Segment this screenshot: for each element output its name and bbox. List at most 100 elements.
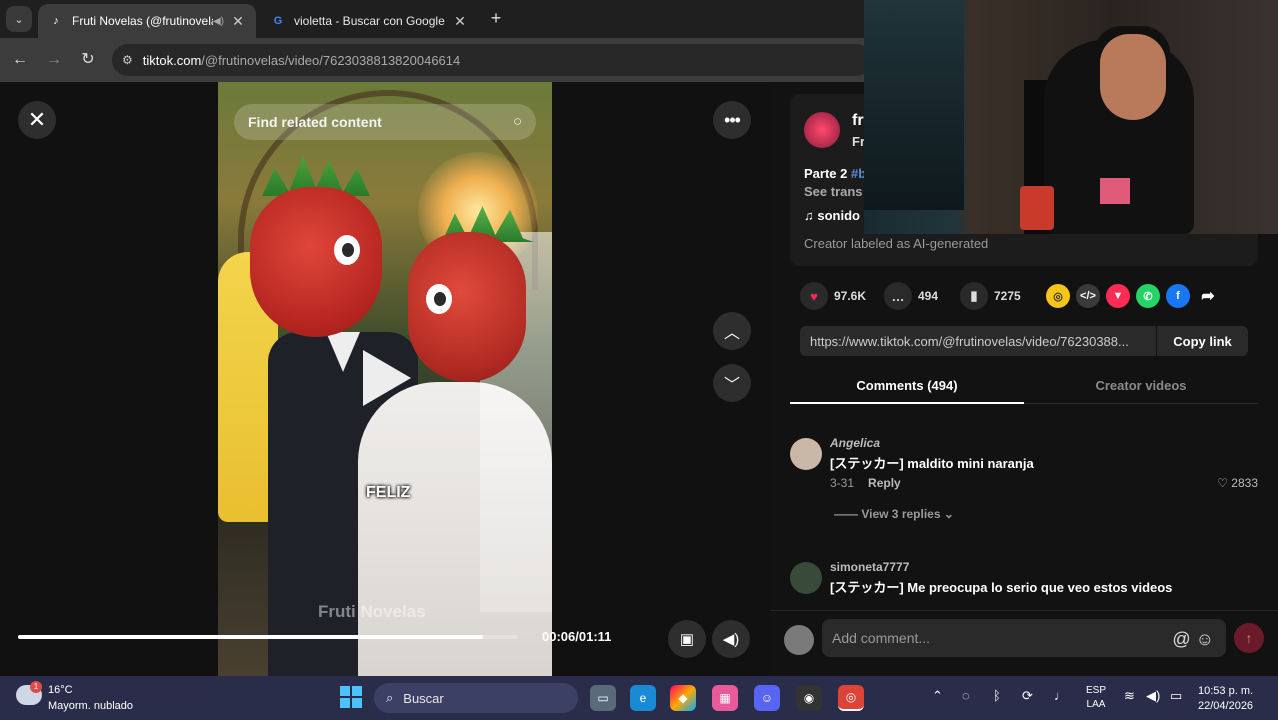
bookmark-icon: ▮ — [960, 282, 988, 310]
weather-alert-badge: 1 — [30, 681, 42, 693]
comment-item: simoneta7777 [ステッカー] Me preocupa lo seri… — [790, 560, 1258, 600]
chevron-up-icon[interactable]: ⌃ — [932, 688, 943, 704]
more-options-button[interactable]: ••• — [713, 101, 751, 139]
tab-creator-videos[interactable]: Creator videos — [1024, 378, 1258, 393]
share-friends-icon[interactable]: ◎ — [1046, 284, 1070, 308]
speaker-icon[interactable]: ◀) — [213, 16, 224, 27]
new-tab-button[interactable]: + — [485, 8, 507, 29]
microphone-icon[interactable]: ♩ — [1054, 688, 1067, 703]
comment-text: [ステッカー] Me preocupa lo serio que veo est… — [830, 580, 1173, 595]
chrome-icon[interactable]: ◎ — [838, 685, 864, 711]
embed-icon[interactable]: </> — [1076, 284, 1100, 308]
tab-fruti-novelas[interactable]: ♪ Fruti Novelas (@frutinovela ◀) ✕ — [38, 4, 256, 38]
comment-meta: 3-31 Reply — [830, 476, 901, 490]
system-clock[interactable]: 10:53 p. m. 22/04/2026 — [1198, 684, 1253, 714]
tab-title: Fruti Novelas (@frutinovela — [72, 14, 213, 28]
like-button[interactable]: ♥ 97.6K — [800, 282, 866, 310]
comment-like-button[interactable]: ♡ 2833 — [1217, 476, 1258, 490]
like-count: 97.6K — [834, 289, 867, 303]
whatsapp-icon[interactable]: ✆ — [1136, 284, 1160, 308]
search-icon[interactable]: ○ — [513, 113, 522, 130]
battery-icon[interactable]: ▭ — [1170, 688, 1182, 704]
current-user-avatar — [784, 625, 814, 655]
address-bar[interactable]: ⚙ tiktok.com/@frutinovelas/video/7623038… — [112, 44, 872, 76]
bluetooth-icon[interactable]: ᛒ — [993, 688, 1001, 703]
see-translation-link[interactable]: See trans — [804, 184, 863, 199]
commenter-avatar[interactable] — [790, 562, 822, 594]
video-caption: FELIZ — [366, 484, 411, 501]
language-indicator[interactable]: ESP LAA — [1086, 684, 1106, 712]
ai-generated-label: Creator labeled as AI-generated — [804, 236, 989, 251]
creator-name[interactable]: fr — [852, 112, 864, 130]
comment-icon: … — [884, 282, 912, 310]
previous-video-button[interactable]: ︿ — [713, 312, 751, 350]
wifi-icon[interactable]: ≋ — [1124, 688, 1135, 704]
start-button-icon[interactable] — [340, 686, 362, 708]
task-view-icon[interactable]: ▭ — [590, 685, 616, 711]
weather-widget[interactable]: 1 16°C Mayorm. nublado — [16, 681, 166, 715]
forward-arrow-icon[interactable]: → — [42, 48, 66, 72]
add-comment-bar: Add comment... @ ☺ ↑ — [770, 610, 1278, 676]
pixel-heart-print — [1100, 178, 1130, 204]
discord-icon[interactable]: ☺ — [754, 685, 780, 711]
panel-tabs: Comments (494) Creator videos — [790, 374, 1258, 404]
close-viewer-button[interactable]: ✕ — [18, 101, 56, 139]
volume-icon[interactable]: ◀) — [712, 620, 750, 658]
tab-close-icon[interactable]: ✕ — [452, 13, 468, 30]
headset-icon[interactable]: ◌ — [962, 688, 970, 703]
comment-text: [ステッカー] maldito mini naranja — [830, 456, 1034, 471]
floating-player-button[interactable]: ▣ — [668, 620, 706, 658]
streamer-face — [1100, 34, 1166, 120]
heart-outline-icon: ♡ — [1217, 476, 1232, 490]
comment-button[interactable]: … 494 — [884, 282, 938, 310]
tab-comments[interactable]: Comments (494) — [790, 378, 1024, 393]
video-progress-bar[interactable] — [18, 635, 518, 639]
tab-close-icon[interactable]: ✕ — [230, 13, 246, 30]
edge-icon[interactable]: e — [630, 685, 656, 711]
copy-link-button[interactable]: Copy link — [1156, 326, 1248, 356]
video-viewer: ✕ Find related content ○ FELIZ Fruti Nov… — [0, 82, 770, 676]
commenter-username[interactable]: simoneta7777 — [830, 560, 909, 574]
at-mention-icon[interactable]: @ — [1172, 629, 1190, 649]
reply-button[interactable]: Reply — [868, 476, 901, 490]
taskbar-search[interactable]: ⌕ Buscar — [374, 683, 578, 713]
video-progress-fill — [18, 635, 483, 639]
obs-icon[interactable]: ◉ — [796, 685, 822, 711]
commenter-username[interactable]: Angelica — [830, 436, 880, 450]
find-related-search[interactable]: Find related content ○ — [234, 104, 536, 140]
share-arrow-icon[interactable]: ➦ — [1196, 284, 1220, 308]
site-settings-icon[interactable]: ⚙ — [122, 53, 133, 67]
sound-link[interactable]: ♫ sonido — [804, 208, 860, 223]
add-comment-input[interactable]: Add comment... @ ☺ — [822, 619, 1226, 657]
google-favicon-icon: G — [273, 15, 283, 27]
store-icon[interactable]: ▦ — [712, 685, 738, 711]
creator-avatar[interactable] — [804, 112, 840, 148]
facebook-icon[interactable]: f — [1166, 284, 1190, 308]
tab-google-search[interactable]: G violetta - Buscar con Google ✕ — [260, 4, 478, 38]
sync-icon[interactable]: ⟳ — [1022, 688, 1033, 704]
copilot-icon[interactable]: ◆ — [670, 685, 696, 711]
back-arrow-icon[interactable]: ← — [8, 48, 32, 72]
video-link-url[interactable]: https://www.tiktok.com/@frutinovelas/vid… — [810, 334, 1156, 349]
video-player[interactable]: Find related content ○ FELIZ Fruti Novel… — [218, 82, 552, 676]
next-video-button[interactable]: ﹀ — [713, 364, 751, 402]
commenter-avatar[interactable] — [790, 438, 822, 470]
send-to-friends-icon[interactable]: ▼ — [1106, 284, 1130, 308]
weather-condition: Mayorm. nublado — [48, 700, 133, 712]
tab-title: violetta - Buscar con Google — [294, 14, 445, 28]
reload-icon[interactable]: ↻ — [76, 48, 100, 72]
comment-count: 494 — [918, 289, 939, 303]
save-button[interactable]: ▮ 7275 — [960, 282, 1021, 310]
tab-search-chevron-icon[interactable]: ⌄ — [6, 6, 32, 32]
copy-link-box: https://www.tiktok.com/@frutinovelas/vid… — [800, 326, 1248, 356]
address-url: tiktok.com/@frutinovelas/video/762303881… — [142, 52, 461, 68]
bride-strawberry-head — [408, 232, 526, 382]
webcam-overlay — [864, 0, 1278, 234]
send-comment-button[interactable]: ↑ — [1234, 623, 1264, 653]
emoji-icon[interactable]: ☺ — [1196, 629, 1214, 649]
volume-tray-icon[interactable]: ◀) — [1146, 688, 1160, 704]
comment-item: Angelica [ステッカー] maldito mini naranja 3-… — [790, 436, 1258, 528]
add-comment-placeholder: Add comment... — [832, 630, 931, 646]
play-icon[interactable] — [363, 350, 411, 406]
view-replies-button[interactable]: —— View 3 replies ⌄ — [834, 507, 954, 521]
